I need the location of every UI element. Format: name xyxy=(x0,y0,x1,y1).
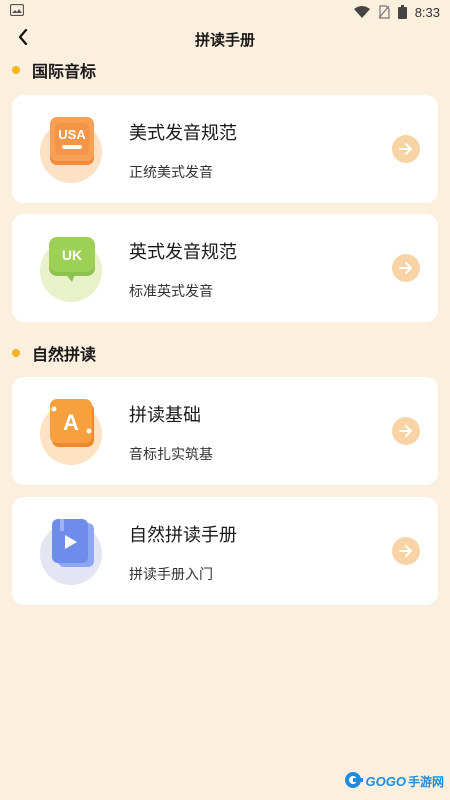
arrow-right-icon xyxy=(399,542,413,561)
arrow-right-button[interactable] xyxy=(392,254,420,282)
letter-a-card-icon: A xyxy=(40,397,102,465)
card-subtitle: 正统美式发音 xyxy=(129,165,213,181)
back-button[interactable] xyxy=(10,26,36,52)
bullet-dot xyxy=(12,66,20,74)
watermark-brand: GOGO xyxy=(365,773,406,789)
arrow-right-icon xyxy=(399,140,413,159)
arrow-right-button[interactable] xyxy=(392,135,420,163)
bullet-dot xyxy=(12,349,20,357)
svg-text:A: A xyxy=(63,410,79,435)
card-american-pronunciation[interactable]: USA 美式发音规范 正统美式发音 xyxy=(12,95,438,203)
arrow-right-button[interactable] xyxy=(392,537,420,565)
wifi-icon xyxy=(353,5,370,19)
battery-icon xyxy=(397,5,407,19)
arrow-right-icon xyxy=(399,422,413,441)
header: 拼读手册 xyxy=(0,24,450,54)
status-time: 8:33 xyxy=(414,4,440,20)
image-icon xyxy=(9,3,25,20)
card-title: 美式发音规范 xyxy=(129,123,237,144)
card-title: 拼读基础 xyxy=(129,405,201,426)
card-phonics-handbook[interactable]: 自然拼读手册 拼读手册入门 xyxy=(12,497,438,605)
arrow-right-button[interactable] xyxy=(392,417,420,445)
arrow-right-icon xyxy=(399,259,413,278)
page-title: 拼读手册 xyxy=(194,30,255,49)
chevron-left-icon xyxy=(17,28,29,49)
watermark: GOGO 手游网 xyxy=(344,770,444,792)
svg-text:UK: UK xyxy=(62,247,82,263)
section-header-phonics: 自然拼读 xyxy=(12,341,96,365)
card-title: 英式发音规范 xyxy=(129,242,237,263)
card-phonics-basics[interactable]: A 拼读基础 音标扎实筑基 xyxy=(12,377,438,485)
status-bar: 8:33 xyxy=(0,0,450,24)
card-subtitle: 音标扎实筑基 xyxy=(129,447,213,463)
card-british-pronunciation[interactable]: UK 英式发音规范 标准英式发音 xyxy=(12,214,438,322)
no-sim-icon xyxy=(378,5,390,19)
section-title: 自然拼读 xyxy=(32,345,97,364)
card-subtitle: 拼读手册入门 xyxy=(129,567,213,583)
card-subtitle: 标准英式发音 xyxy=(129,284,213,300)
watermark-logo-icon xyxy=(344,771,364,792)
svg-text:USA: USA xyxy=(58,127,86,142)
watermark-suffix: 手游网 xyxy=(407,774,444,789)
section-title: 国际音标 xyxy=(32,62,97,81)
video-book-icon xyxy=(40,517,102,585)
uk-speech-bubble-icon: UK xyxy=(40,234,102,302)
card-title: 自然拼读手册 xyxy=(129,525,237,546)
section-header-ipa: 国际音标 xyxy=(12,58,96,82)
usa-book-icon: USA xyxy=(40,115,102,183)
